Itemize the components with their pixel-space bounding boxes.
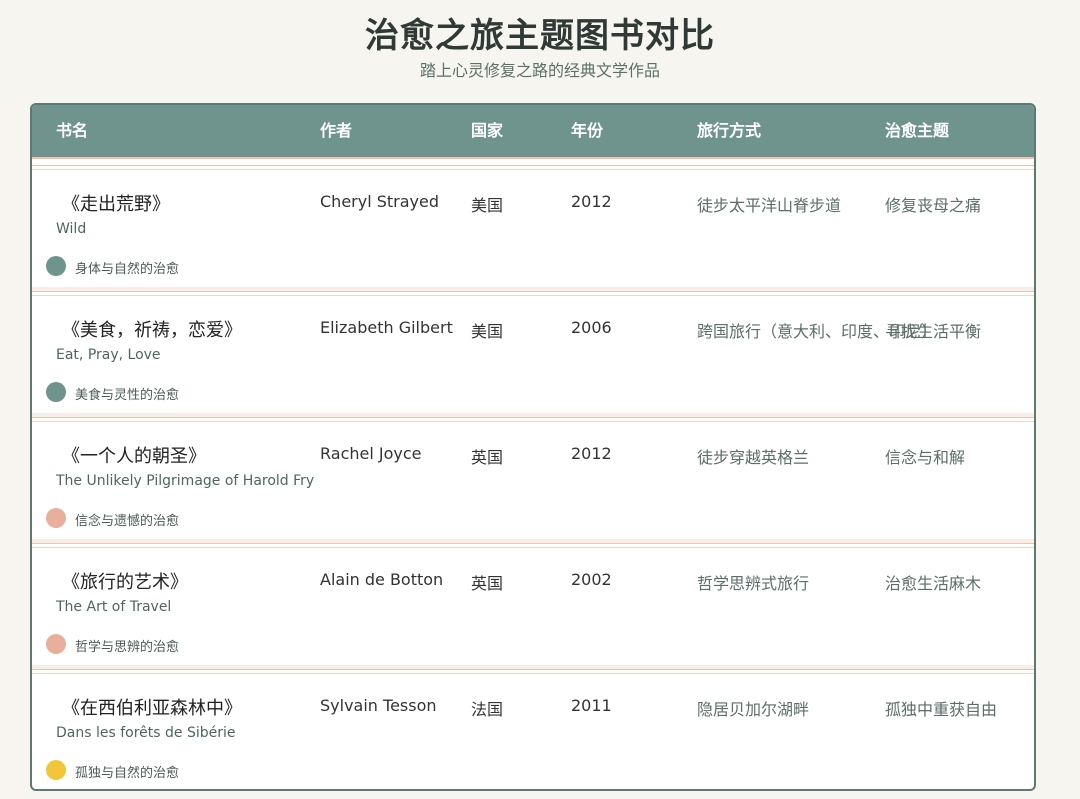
theme-dot-icon: [46, 256, 66, 276]
year-cell: 2012: [571, 192, 612, 211]
header-country: 国家: [471, 121, 504, 140]
page-subtitle: 踏上心灵修复之路的经典文学作品: [419, 61, 660, 80]
theme-dot-icon: [46, 634, 66, 654]
table-row: 《在西伯利亚森林中》 Dans les forêts de Sibérie 孤独…: [32, 669, 1034, 789]
table-row: 《一个人的朝圣》 The Unlikely Pilgrimage of Haro…: [32, 417, 1034, 542]
header-healing: 治愈主题: [885, 121, 950, 140]
country-cell: 英国: [471, 448, 504, 467]
healing-cell: 修复丧母之痛: [885, 196, 982, 215]
header-year: 年份: [571, 121, 604, 140]
healing-cell: 信念与和解: [885, 448, 966, 467]
author-cell: Sylvain Tesson: [320, 696, 437, 715]
healing-cell: 治愈生活麻木: [885, 574, 982, 593]
book-title-original: Eat, Pray, Love: [56, 347, 161, 363]
country-cell: 英国: [471, 574, 504, 593]
comparison-table: 书名 作者 国家 年份 旅行方式 治愈主题 《走出荒野》 Wild 身体与自然的…: [30, 103, 1036, 791]
theme-dot-icon: [46, 508, 66, 528]
book-title-original: The Art of Travel: [56, 599, 172, 615]
theme-label: 孤独与自然的治愈: [75, 766, 180, 781]
table-row: 《美食，祈祷，恋爱》 Eat, Pray, Love 美食与灵性的治愈 Eliz…: [32, 291, 1034, 416]
header-book: 书名: [56, 121, 89, 140]
table-header: 书名 作者 国家 年份 旅行方式 治愈主题: [32, 105, 1034, 159]
year-cell: 2012: [571, 444, 612, 463]
year-cell: 2011: [571, 696, 612, 715]
book-title-original: Wild: [56, 221, 87, 237]
travel-cell: 隐居贝加尔湖畔: [697, 700, 810, 719]
header-travel: 旅行方式: [697, 121, 762, 140]
header-author: 作者: [320, 121, 353, 140]
country-cell: 美国: [471, 196, 504, 215]
table-row: 《走出荒野》 Wild 身体与自然的治愈 Cheryl Strayed 美国 2…: [32, 165, 1034, 290]
author-cell: Elizabeth Gilbert: [320, 318, 453, 337]
healing-cell: 寻找生活平衡: [885, 322, 982, 341]
author-cell: Alain de Botton: [320, 570, 444, 589]
book-title-cn: 《在西伯利亚森林中》: [62, 698, 242, 719]
book-title-cn: 《旅行的艺术》: [62, 572, 188, 593]
theme-label: 美食与灵性的治愈: [75, 388, 180, 403]
theme-label: 哲学与思辨的治愈: [75, 640, 180, 655]
book-title-original: Dans les forêts de Sibérie: [56, 725, 236, 741]
author-cell: Cheryl Strayed: [320, 192, 440, 211]
page-title: 治愈之旅主题图书对比: [365, 16, 715, 56]
book-title-cn: 《一个人的朝圣》: [62, 446, 206, 467]
book-title-cn: 《走出荒野》: [62, 194, 170, 215]
theme-dot-icon: [46, 760, 66, 780]
theme-label: 身体与自然的治愈: [75, 262, 180, 277]
author-cell: Rachel Joyce: [320, 444, 422, 463]
theme-label: 信念与遗憾的治愈: [75, 514, 180, 529]
book-title-cn: 《美食，祈祷，恋爱》: [62, 320, 242, 341]
year-cell: 2006: [571, 318, 612, 337]
country-cell: 美国: [471, 322, 504, 341]
country-cell: 法国: [471, 700, 504, 719]
travel-cell: 哲学思辨式旅行: [697, 574, 810, 593]
book-title-original: The Unlikely Pilgrimage of Harold Fry: [56, 473, 315, 489]
travel-cell: 徒步太平洋山脊步道: [697, 196, 842, 215]
travel-cell: 徒步穿越英格兰: [697, 448, 810, 467]
healing-cell: 孤独中重获自由: [885, 700, 998, 719]
theme-dot-icon: [46, 382, 66, 402]
table-row: 《旅行的艺术》 The Art of Travel 哲学与思辨的治愈 Alain…: [32, 543, 1034, 668]
year-cell: 2002: [571, 570, 612, 589]
